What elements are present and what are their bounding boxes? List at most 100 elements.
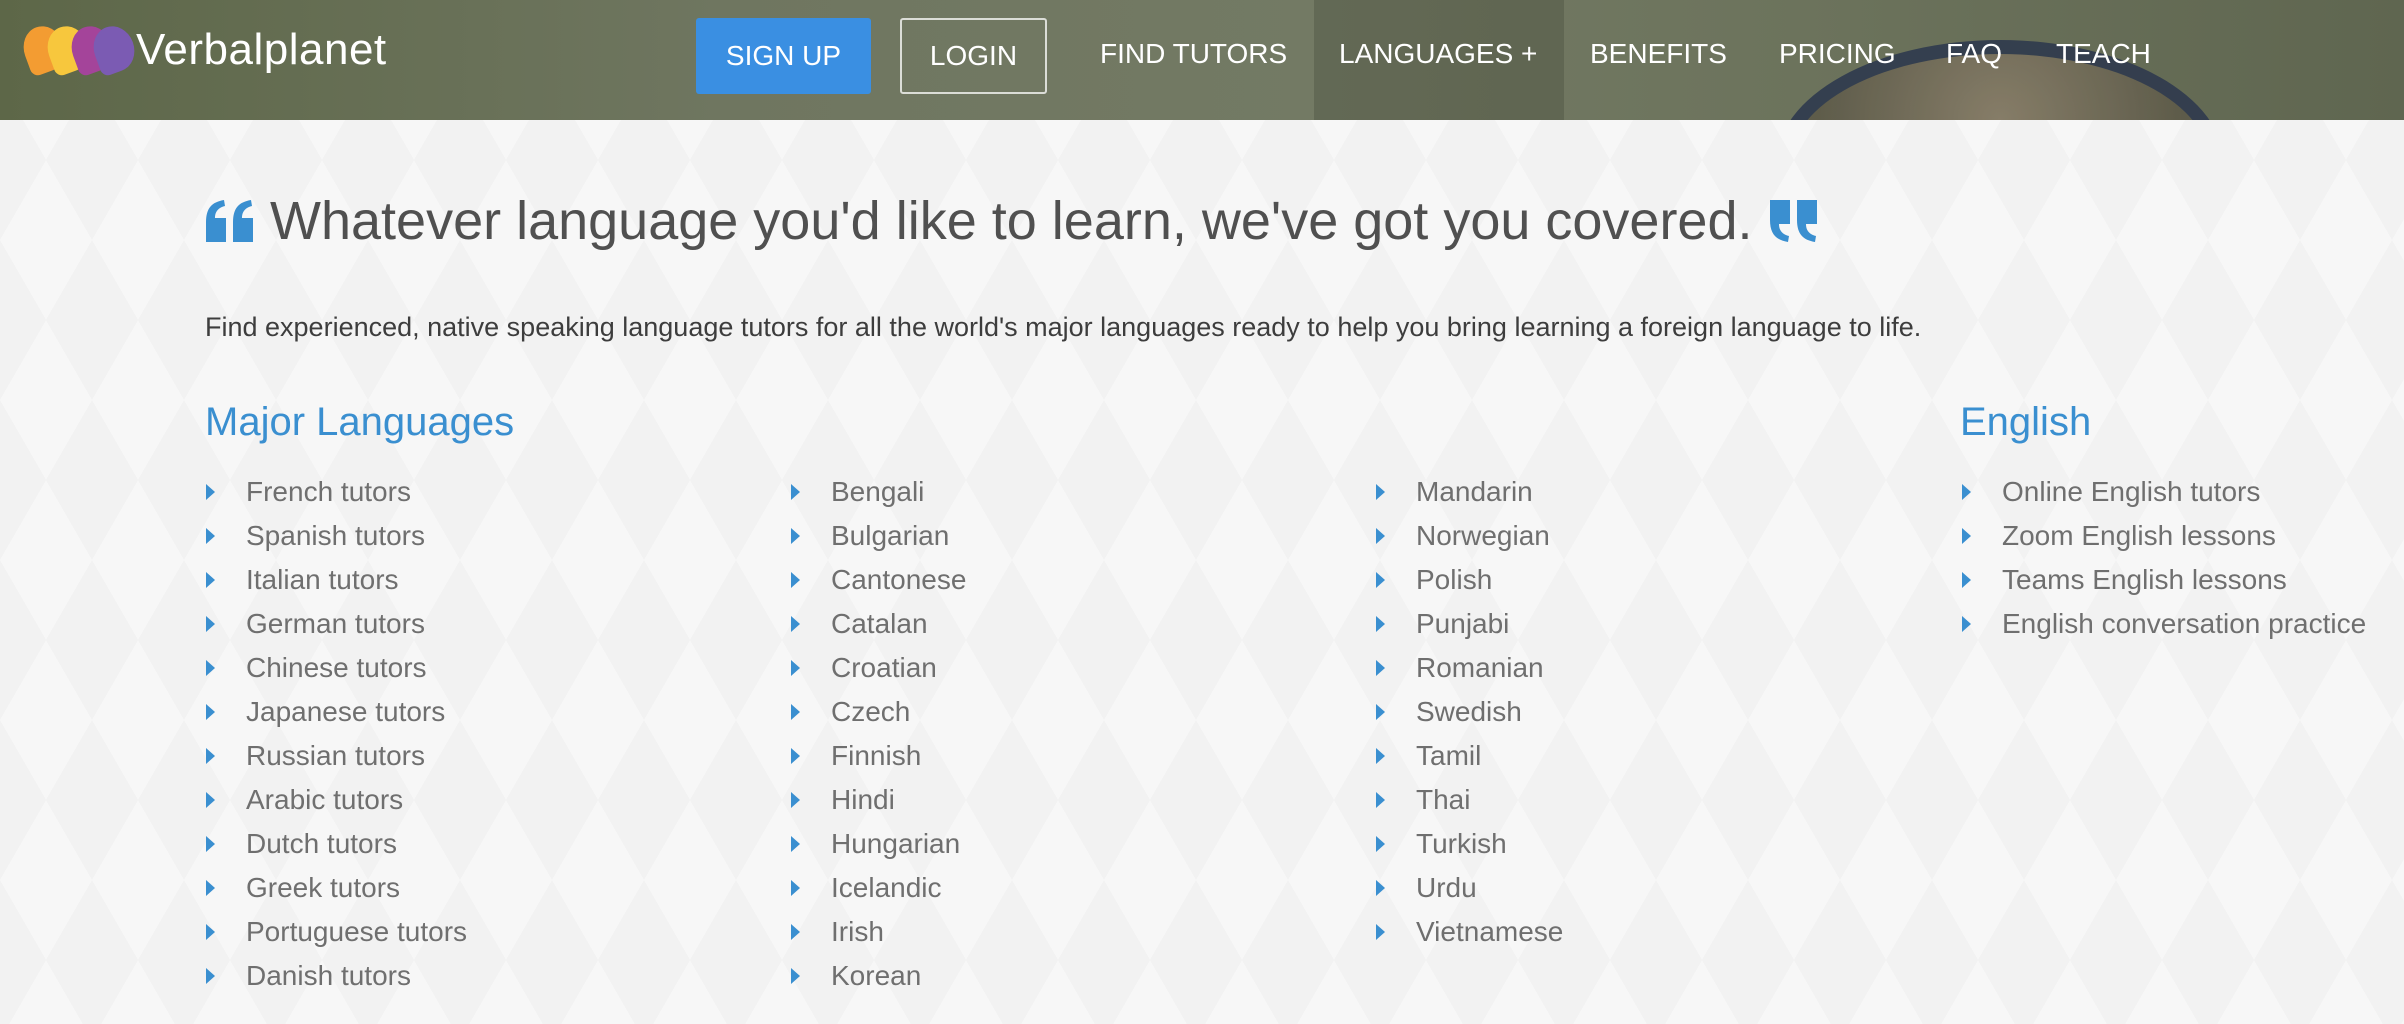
language-link[interactable]: Mandarin [1416, 476, 1533, 508]
nav-benefits[interactable]: BENEFITS [1590, 0, 1727, 108]
login-button[interactable]: LOGIN [900, 18, 1047, 94]
language-link[interactable]: Korean [831, 960, 921, 992]
sign-up-button[interactable]: SIGN UP [696, 18, 871, 94]
language-link[interactable]: Bulgarian [831, 520, 949, 552]
language-link[interactable]: Online English tutors [2002, 476, 2260, 508]
language-link[interactable]: Swedish [1416, 696, 1522, 728]
caret-right-icon [791, 836, 800, 852]
languages-list-b: Bengali Bulgarian Cantonese Catalan Croatian… [789, 470, 966, 998]
headline-block: Whatever language you'd like to learn, w… [204, 186, 1819, 256]
list-item: Swedish [1374, 690, 1563, 734]
caret-right-icon [1376, 616, 1385, 632]
language-link[interactable]: Cantonese [831, 564, 966, 596]
english-options-list: Online English tutors Zoom English lesson… [1960, 470, 2366, 646]
language-link[interactable]: Vietnamese [1416, 916, 1563, 948]
caret-right-icon [206, 968, 215, 984]
intro-text: Find experienced, native speaking langua… [205, 312, 1922, 342]
list-item: Japanese tutors [204, 690, 467, 734]
list-item: Bengali [789, 470, 966, 514]
language-link[interactable]: Danish tutors [246, 960, 411, 992]
language-link[interactable]: Hindi [831, 784, 895, 816]
language-link[interactable]: Japanese tutors [246, 696, 445, 728]
language-link[interactable]: Icelandic [831, 872, 942, 904]
list-item: Hindi [789, 778, 966, 822]
nav-pricing[interactable]: PRICING [1779, 0, 1896, 108]
caret-right-icon [1376, 528, 1385, 544]
caret-right-icon [791, 528, 800, 544]
language-link[interactable]: Catalan [831, 608, 928, 640]
list-item: Czech [789, 690, 966, 734]
logo-link[interactable]: Verbalplanet [17, 20, 387, 78]
nav-faq[interactable]: FAQ [1946, 0, 2002, 108]
language-link[interactable]: Arabic tutors [246, 784, 403, 816]
language-link[interactable]: Romanian [1416, 652, 1544, 684]
top-navbar: Verbalplanet SIGN UP LOGIN FIND TUTORS L… [0, 0, 2404, 120]
caret-right-icon [1376, 704, 1385, 720]
caret-right-icon [206, 616, 215, 632]
language-link[interactable]: Urdu [1416, 872, 1477, 904]
language-link[interactable]: English conversation practice [2002, 608, 2366, 640]
caret-right-icon [791, 616, 800, 632]
language-link[interactable]: Norwegian [1416, 520, 1550, 552]
major-languages-list: French tutors Spanish tutors Italian tutor… [204, 470, 467, 998]
language-link[interactable]: Chinese tutors [246, 652, 427, 684]
brand-name: Verbalplanet [136, 25, 387, 74]
list-item: Croatian [789, 646, 966, 690]
caret-right-icon [1376, 880, 1385, 896]
nav-find-tutors[interactable]: FIND TUTORS [1100, 0, 1287, 108]
list-item: Danish tutors [204, 954, 467, 998]
list-item: English conversation practice [1960, 602, 2366, 646]
language-link[interactable]: Spanish tutors [246, 520, 425, 552]
language-link[interactable]: Dutch tutors [246, 828, 397, 860]
language-link[interactable]: Greek tutors [246, 872, 400, 904]
caret-right-icon [791, 660, 800, 676]
close-quote-icon [1769, 200, 1817, 242]
list-item: Bulgarian [789, 514, 966, 558]
language-link[interactable]: Croatian [831, 652, 937, 684]
list-item: Spanish tutors [204, 514, 467, 558]
list-item: Punjabi [1374, 602, 1563, 646]
nav-teach[interactable]: TEACH [2056, 0, 2151, 108]
language-link[interactable]: Punjabi [1416, 608, 1509, 640]
caret-right-icon [206, 660, 215, 676]
language-link[interactable]: French tutors [246, 476, 411, 508]
nav-languages[interactable]: LANGUAGES + [1339, 0, 1537, 108]
caret-right-icon [1376, 792, 1385, 808]
caret-right-icon [1962, 572, 1971, 588]
list-item: French tutors [204, 470, 467, 514]
language-link[interactable]: Zoom English lessons [2002, 520, 2276, 552]
list-item: German tutors [204, 602, 467, 646]
list-item: Urdu [1374, 866, 1563, 910]
list-item: Turkish [1374, 822, 1563, 866]
list-item: Icelandic [789, 866, 966, 910]
language-link[interactable]: Tamil [1416, 740, 1481, 772]
language-link[interactable]: Bengali [831, 476, 924, 508]
language-link[interactable]: Finnish [831, 740, 921, 772]
language-link[interactable]: Turkish [1416, 828, 1507, 860]
major-languages-heading: Major Languages [205, 400, 515, 444]
language-link[interactable]: Thai [1416, 784, 1470, 816]
caret-right-icon [1376, 924, 1385, 940]
caret-right-icon [1376, 748, 1385, 764]
language-link[interactable]: Hungarian [831, 828, 960, 860]
caret-right-icon [1962, 616, 1971, 632]
caret-right-icon [791, 572, 800, 588]
language-link[interactable]: German tutors [246, 608, 425, 640]
page-headline: Whatever language you'd like to learn, w… [270, 191, 1753, 251]
language-link[interactable]: Italian tutors [246, 564, 399, 596]
language-link[interactable]: Portuguese tutors [246, 916, 467, 948]
list-item: Dutch tutors [204, 822, 467, 866]
list-item: Russian tutors [204, 734, 467, 778]
language-link[interactable]: Polish [1416, 564, 1492, 596]
caret-right-icon [1962, 528, 1971, 544]
language-link[interactable]: Czech [831, 696, 910, 728]
language-link[interactable]: Irish [831, 916, 884, 948]
caret-right-icon [791, 924, 800, 940]
list-item: Italian tutors [204, 558, 467, 602]
language-link[interactable]: Russian tutors [246, 740, 425, 772]
caret-right-icon [791, 792, 800, 808]
caret-right-icon [791, 748, 800, 764]
list-item: Thai [1374, 778, 1563, 822]
list-item: Cantonese [789, 558, 966, 602]
language-link[interactable]: Teams English lessons [2002, 564, 2287, 596]
